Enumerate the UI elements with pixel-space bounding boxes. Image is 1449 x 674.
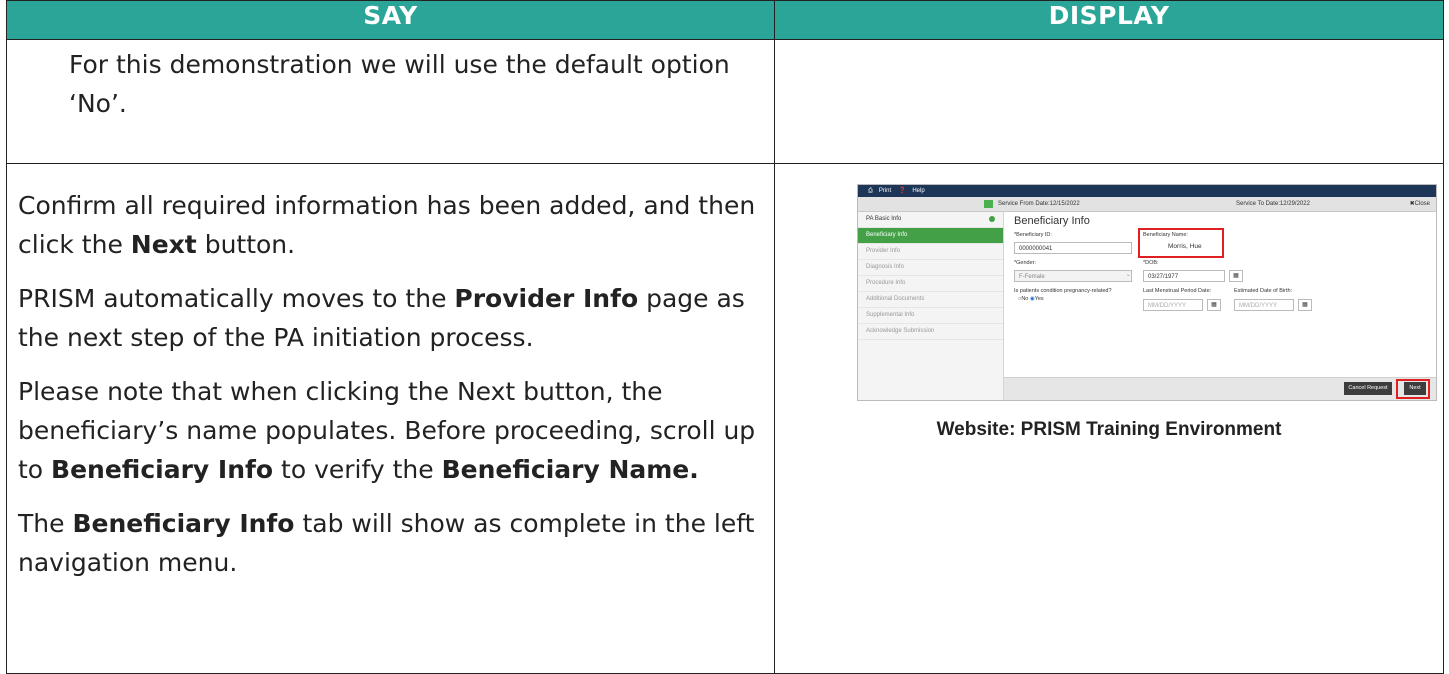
left-navigation: PA Basic Info Beneficiary Info Provider … [858, 212, 1004, 400]
close-button[interactable]: ✖Close [1410, 197, 1430, 211]
nav-item-diagnosis-info[interactable]: Diagnosis Info [858, 260, 1003, 276]
pregnancy-radio-group[interactable]: ○No ◉Yes [1018, 296, 1044, 302]
gender-select[interactable]: F-Female [1014, 270, 1132, 282]
nav-item-pa-basic-info[interactable]: PA Basic Info [858, 212, 1003, 228]
service-from-date: Service From Date:12/15/2022 [998, 201, 1080, 207]
lmp-label: Last Menstrual Period Date: [1143, 288, 1212, 294]
chevron-down-icon: ⌄ [1126, 272, 1131, 278]
form-footer: Cancel Request Next [1004, 377, 1436, 400]
dob-field[interactable]: 03/27/1977 [1143, 270, 1225, 282]
display-cell-2: ⎙ Print ❓ Help Service From Date:12/15/202… [774, 163, 1444, 674]
screenshot-toolbar: ⎙ Print ❓ Help [858, 185, 1436, 197]
prism-screenshot: ⎙ Print ❓ Help Service From Date:12/15/202… [857, 184, 1437, 401]
nav-item-beneficiary-info[interactable]: Beneficiary Info [858, 228, 1003, 244]
complete-check-icon [989, 216, 995, 222]
screenshot-caption: Website: PRISM Training Environment [936, 419, 1282, 440]
calendar-icon[interactable]: ▦ [1207, 299, 1221, 311]
calendar-icon [984, 200, 993, 208]
say-header: SAY [6, 0, 775, 40]
gender-label: *Gender: [1014, 260, 1037, 266]
nav-item-procedure-info[interactable]: Procedure Info [858, 276, 1003, 292]
beneficiary-form: Beneficiary Info *Beneficiary ID: 000000… [1004, 212, 1436, 400]
say-paragraph-provider: PRISM automatically moves to the Provide… [18, 284, 745, 352]
edb-field[interactable]: MM/DD/YYYY [1234, 299, 1294, 311]
print-icon: ⎙ [868, 188, 873, 194]
display-header: DISPLAY [774, 0, 1444, 40]
print-link[interactable]: Print [879, 188, 891, 194]
next-button[interactable]: Next [1404, 382, 1426, 395]
calendar-icon[interactable]: ▦ [1298, 299, 1312, 311]
say-cell-1: For this demonstration we will use the d… [6, 39, 775, 164]
calendar-icon[interactable]: ▦ [1229, 270, 1243, 282]
help-icon: ❓ [898, 188, 907, 194]
edb-label: Estimated Date of Birth: [1234, 288, 1293, 294]
beneficiary-id-field[interactable]: 0000000041 [1014, 242, 1132, 254]
lmp-field[interactable]: MM/DD/YYYY [1143, 299, 1203, 311]
service-dates-band: Service From Date:12/15/2022 Service To … [858, 197, 1436, 212]
nav-item-acknowledge-submission[interactable]: Acknowledge Submission [858, 324, 1003, 340]
nav-item-provider-info[interactable]: Provider Info [858, 244, 1003, 260]
pregnancy-question: Is patients condition pregnancy-related? [1014, 288, 1112, 294]
say-paragraph-complete: The Beneficiary Info tab will show as co… [18, 509, 755, 577]
service-to-date: Service To Date:12/29/2022 [1236, 201, 1310, 207]
say-cell-2: Confirm all required information has bee… [6, 163, 775, 674]
say-paragraph-confirm: Confirm all required information has bee… [18, 191, 756, 259]
display-cell-1 [774, 39, 1444, 164]
nav-item-additional-documents[interactable]: Additional Documents [858, 292, 1003, 308]
beneficiary-id-label: *Beneficiary ID: [1014, 232, 1052, 238]
nav-item-supplemental-info[interactable]: Supplemental Info [858, 308, 1003, 324]
say-paragraph-note: Please note that when clicking the Next … [18, 377, 756, 484]
form-title: Beneficiary Info [1014, 215, 1090, 227]
help-link[interactable]: Help [912, 188, 924, 194]
beneficiary-name-value: Morris, Hue [1168, 243, 1202, 250]
say-text-default-option: For this demonstration we will use the d… [69, 50, 730, 118]
cancel-request-button[interactable]: Cancel Request [1344, 382, 1392, 395]
dob-label: *DOB: [1143, 260, 1159, 266]
beneficiary-name-label: Beneficiary Name: [1143, 232, 1188, 238]
say-display-table: SAY DISPLAY For this demonstration we wi… [6, 0, 1444, 674]
